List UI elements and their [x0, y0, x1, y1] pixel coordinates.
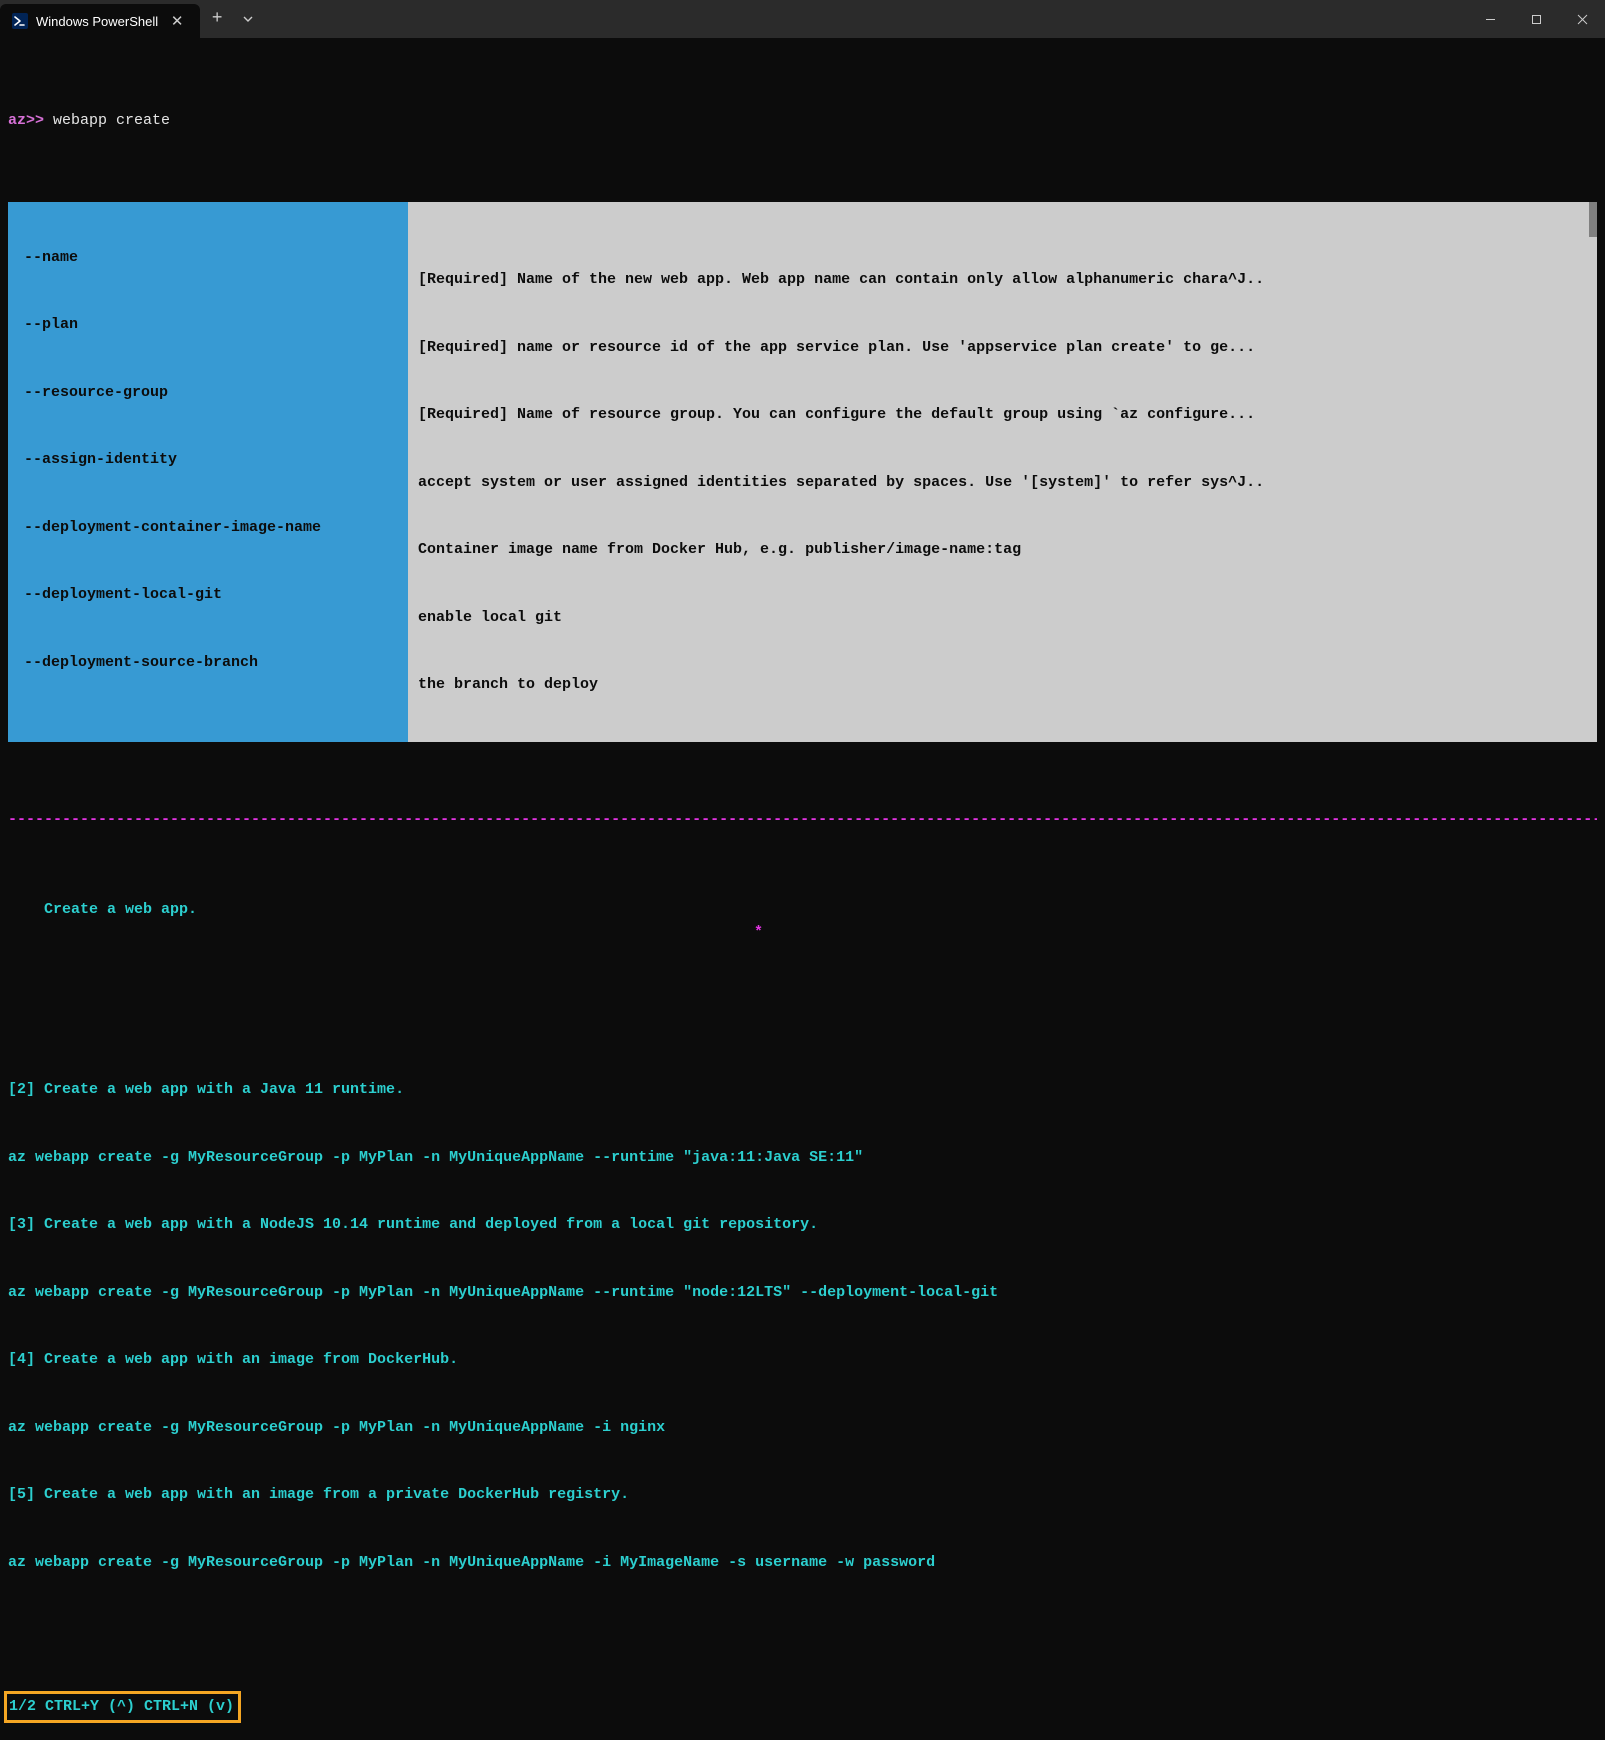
suggestion-desc: [Required] name or resource id of the ap…: [418, 337, 1587, 360]
suggestion-flag[interactable]: --deployment-source-branch: [24, 652, 394, 675]
close-window-button[interactable]: [1559, 0, 1605, 38]
autocomplete-descriptions: [Required] Name of the new web app. Web …: [408, 202, 1597, 742]
star-marker: *: [754, 922, 763, 945]
autocomplete-box: --name --plan --resource-group --assign-…: [8, 202, 1597, 742]
prompt-command: webapp create: [53, 110, 170, 133]
example-line: az webapp create -g MyResourceGroup -p M…: [8, 1147, 1597, 1170]
divider: ----------------------------------------…: [8, 809, 1597, 832]
example-line: [2] Create a web app with a Java 11 runt…: [8, 1079, 1597, 1102]
suggestion-desc: the branch to deploy: [418, 674, 1587, 697]
suggestion-flag[interactable]: --plan: [24, 314, 394, 337]
tab-title: Windows PowerShell: [36, 14, 158, 29]
prompt-line: az>> webapp create: [8, 110, 1597, 133]
suggestion-flag[interactable]: --name: [24, 247, 394, 270]
suggestion-desc: [Required] Name of resource group. You c…: [418, 404, 1587, 427]
powershell-icon: [12, 13, 28, 29]
example-line: [5] Create a web app with an image from …: [8, 1484, 1597, 1507]
maximize-button[interactable]: [1513, 0, 1559, 38]
tab-powershell[interactable]: Windows PowerShell ✕: [0, 4, 200, 38]
close-tab-button[interactable]: ✕: [166, 10, 188, 32]
pager-indicator: 1/2 CTRL+Y (^) CTRL+N (v): [4, 1691, 241, 1724]
terminal-area[interactable]: az>> webapp create --name --plan --resou…: [0, 38, 1605, 1740]
suggestion-flag[interactable]: --assign-identity: [24, 449, 394, 472]
example-line: az webapp create -g MyResourceGroup -p M…: [8, 1282, 1597, 1305]
suggestion-desc: enable local git: [418, 607, 1587, 630]
window-titlebar: Windows PowerShell ✕ +: [0, 0, 1605, 38]
suggestion-desc: [Required] Name of the new web app. Web …: [418, 269, 1587, 292]
prompt-prefix: az>>: [8, 110, 53, 133]
minimize-button[interactable]: [1467, 0, 1513, 38]
example-line: [4] Create a web app with an image from …: [8, 1349, 1597, 1372]
example-line: az webapp create -g MyResourceGroup -p M…: [8, 1552, 1597, 1575]
suggestion-desc: accept system or user assigned identitie…: [418, 472, 1587, 495]
examples-block: [2] Create a web app with a Java 11 runt…: [8, 1034, 1597, 1619]
example-line: az webapp create -g MyResourceGroup -p M…: [8, 1417, 1597, 1440]
suggestion-desc: Container image name from Docker Hub, e.…: [418, 539, 1587, 562]
new-tab-button[interactable]: +: [200, 2, 234, 36]
section-title: Create a web app.: [44, 901, 197, 918]
example-line: [3] Create a web app with a NodeJS 10.14…: [8, 1214, 1597, 1237]
suggestion-flag[interactable]: --deployment-local-git: [24, 584, 394, 607]
suggestion-flag[interactable]: --resource-group: [24, 382, 394, 405]
suggestion-flag[interactable]: --deployment-container-image-name: [24, 517, 394, 540]
window-controls: [1467, 0, 1605, 38]
scrollbar-thumb[interactable]: [1589, 202, 1597, 237]
tab-strip: Windows PowerShell ✕ +: [0, 0, 262, 38]
autocomplete-flags[interactable]: --name --plan --resource-group --assign-…: [8, 202, 408, 742]
tab-dropdown-button[interactable]: [234, 2, 262, 36]
